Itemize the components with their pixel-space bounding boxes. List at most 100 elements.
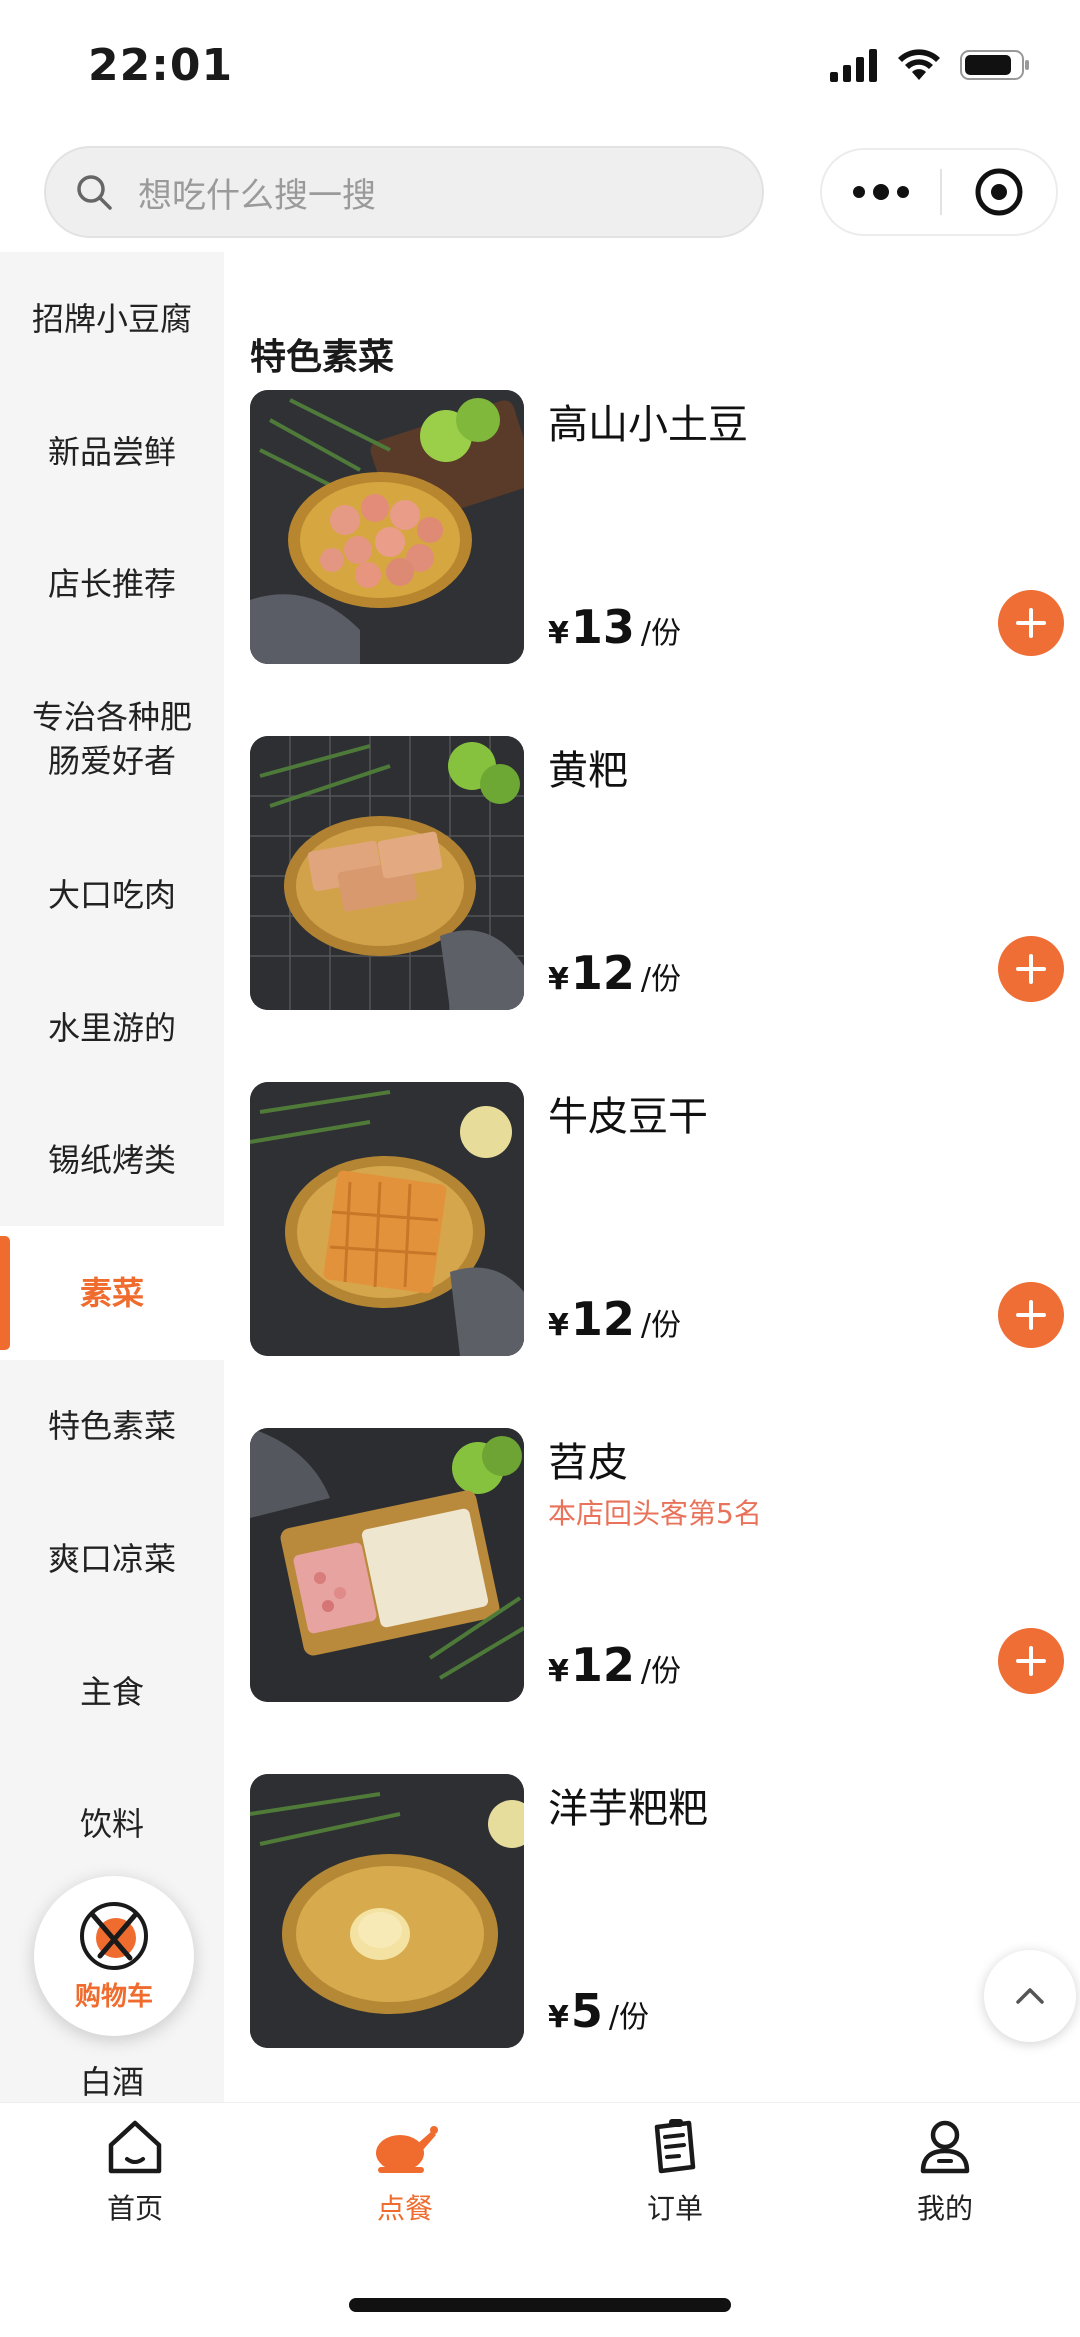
price-currency: ¥ <box>548 1308 569 1343</box>
home-icon <box>108 2120 162 2174</box>
item-name: 高山小土豆 <box>548 402 748 448</box>
cart-label: 购物车 <box>74 1981 153 2012</box>
item-name: 牛皮豆干 <box>548 1094 708 1140</box>
tab-home[interactable]: 首页 <box>0 2117 270 2227</box>
battery-icon <box>960 50 1029 80</box>
sidebar-item-label: 招牌小豆腐 <box>31 300 192 338</box>
plus-icon <box>1016 1300 1046 1330</box>
add-to-cart-button[interactable] <box>998 1282 1064 1348</box>
status-time: 22:01 <box>88 40 234 91</box>
search-icon <box>77 175 112 210</box>
search-placeholder: 想吃什么搜一搜 <box>138 175 376 216</box>
price-currency: ¥ <box>548 2000 569 2035</box>
item-price: ¥ 13 /份 <box>548 600 681 654</box>
sidebar-item-label: 店长推荐 <box>47 565 176 603</box>
sidebar-item-special-vegetables[interactable]: 特色素菜 <box>0 1360 224 1492</box>
price-unit: /份 <box>640 1654 681 1689</box>
target-icon <box>975 168 1023 216</box>
sidebar-item-staple[interactable]: 主食 <box>0 1626 224 1758</box>
price-unit: /份 <box>608 2000 649 2035</box>
category-sidebar: 招牌小豆腐 新品尝鲜 店长推荐 专治各种肥肠爱好者 大口吃肉 水里游的 锡纸烤类… <box>0 252 224 2102</box>
tab-label: 订单 <box>646 2192 703 2225</box>
sidebar-item-label: 水里游的 <box>47 1009 176 1047</box>
sidebar-item-vegetables[interactable]: 素菜 <box>0 1226 224 1360</box>
user-icon <box>920 2120 970 2174</box>
sidebar-item-meat[interactable]: 大口吃肉 <box>0 828 224 962</box>
sidebar-item-label: 饮料 <box>79 1805 144 1843</box>
item-rank-tag: 本店回头客第5名 <box>548 1497 762 1530</box>
sidebar-item-label: 专治各种肥肠爱好者 <box>31 698 192 780</box>
sidebar-item-label: 特色素菜 <box>47 1407 176 1445</box>
price-value: 5 <box>570 1984 603 2038</box>
menu-item[interactable]: 洋芋粑粑 ¥ 5 /份 <box>250 1774 1064 2048</box>
tab-label: 点餐 <box>376 2192 433 2225</box>
price-unit: /份 <box>640 616 681 651</box>
search-bar[interactable]: 想吃什么搜一搜 <box>44 146 764 238</box>
sidebar-item-label: 锡纸烤类 <box>47 1141 176 1179</box>
price-currency: ¥ <box>548 1654 569 1689</box>
price-value: 12 <box>570 946 635 1000</box>
sidebar-item-manager-recommend[interactable]: 店长推荐 <box>0 518 224 650</box>
more-icon[interactable] <box>822 184 940 200</box>
chicken-icon <box>376 2126 438 2173</box>
price-unit: /份 <box>640 1308 681 1343</box>
sidebar-item-drinks[interactable]: 饮料 <box>0 1758 224 1890</box>
food-image <box>250 736 524 1010</box>
food-image <box>250 390 524 664</box>
price-value: 13 <box>570 600 635 654</box>
order-icon <box>654 2119 696 2174</box>
cart-button[interactable]: 购物车 <box>34 1876 194 2036</box>
item-price: ¥ 5 /份 <box>548 1984 649 2038</box>
plate-cutlery-icon <box>80 1901 148 1970</box>
sidebar-item-label: 素菜 <box>79 1274 144 1312</box>
signal-icon <box>830 49 877 82</box>
item-price: ¥ 12 /份 <box>548 1292 681 1346</box>
price-currency: ¥ <box>548 962 569 997</box>
add-to-cart-button[interactable] <box>998 590 1064 656</box>
tab-orders[interactable]: 订单 <box>540 2117 810 2227</box>
menu-item[interactable]: 高山小土豆 ¥ 13 /份 <box>250 390 1064 664</box>
plus-icon <box>1016 1646 1046 1676</box>
food-image <box>250 1082 524 1356</box>
tab-label: 首页 <box>106 2192 163 2225</box>
home-indicator <box>349 2298 731 2312</box>
item-price: ¥ 12 /份 <box>548 946 681 1000</box>
sidebar-item-label: 新品尝鲜 <box>47 433 176 471</box>
plus-icon <box>1016 608 1046 638</box>
menu-item[interactable]: 牛皮豆干 ¥ 12 /份 <box>250 1082 1064 1356</box>
wifi-icon <box>898 49 940 80</box>
miniprogram-capsule <box>820 148 1058 236</box>
tab-order-food[interactable]: 点餐 <box>270 2117 540 2227</box>
plus-icon <box>1016 954 1046 984</box>
item-name: 苕皮 <box>548 1440 628 1486</box>
menu-list: 特色素菜 高山小土豆 ¥ 13 /份 黄粑 ¥ 12 /份 牛皮豆干 ¥ 12 … <box>224 252 1080 2102</box>
sidebar-item-signature-tofu[interactable]: 招牌小豆腐 <box>0 252 224 386</box>
menu-item[interactable]: 黄粑 ¥ 12 /份 <box>250 736 1064 1010</box>
food-image <box>250 1428 524 1702</box>
sidebar-item-label: 白酒 <box>79 2063 144 2101</box>
price-currency: ¥ <box>548 616 569 651</box>
close-target-button[interactable] <box>942 166 1056 218</box>
sidebar-item-cold-dishes[interactable]: 爽口凉菜 <box>0 1492 224 1626</box>
price-value: 12 <box>570 1292 635 1346</box>
sidebar-item-intestine[interactable]: 专治各种肥肠爱好者 <box>0 650 224 828</box>
item-name: 洋芋粑粑 <box>548 1786 708 1832</box>
status-bar: 22:01 <box>0 0 1080 135</box>
price-unit: /份 <box>640 962 681 997</box>
item-price: ¥ 12 /份 <box>548 1638 681 1692</box>
sidebar-item-liquor[interactable]: 白酒 <box>0 2032 224 2102</box>
sidebar-item-label: 主食 <box>79 1673 144 1711</box>
add-to-cart-button[interactable] <box>998 1628 1064 1694</box>
chevron-up-icon <box>1016 1988 1044 2004</box>
sidebar-item-foil-grill[interactable]: 锡纸烤类 <box>0 1094 224 1226</box>
sidebar-item-seafood[interactable]: 水里游的 <box>0 962 224 1094</box>
back-to-top-button[interactable] <box>984 1950 1076 2042</box>
sidebar-item-label: 爽口凉菜 <box>47 1540 176 1578</box>
menu-item[interactable]: 苕皮 本店回头客第5名 ¥ 12 /份 <box>250 1428 1064 1702</box>
sidebar-item-new[interactable]: 新品尝鲜 <box>0 386 224 518</box>
tab-mine[interactable]: 我的 <box>810 2117 1080 2227</box>
add-to-cart-button[interactable] <box>998 936 1064 1002</box>
price-value: 12 <box>570 1638 635 1692</box>
tab-label: 我的 <box>916 2192 973 2225</box>
sidebar-item-label: 大口吃肉 <box>47 876 176 914</box>
